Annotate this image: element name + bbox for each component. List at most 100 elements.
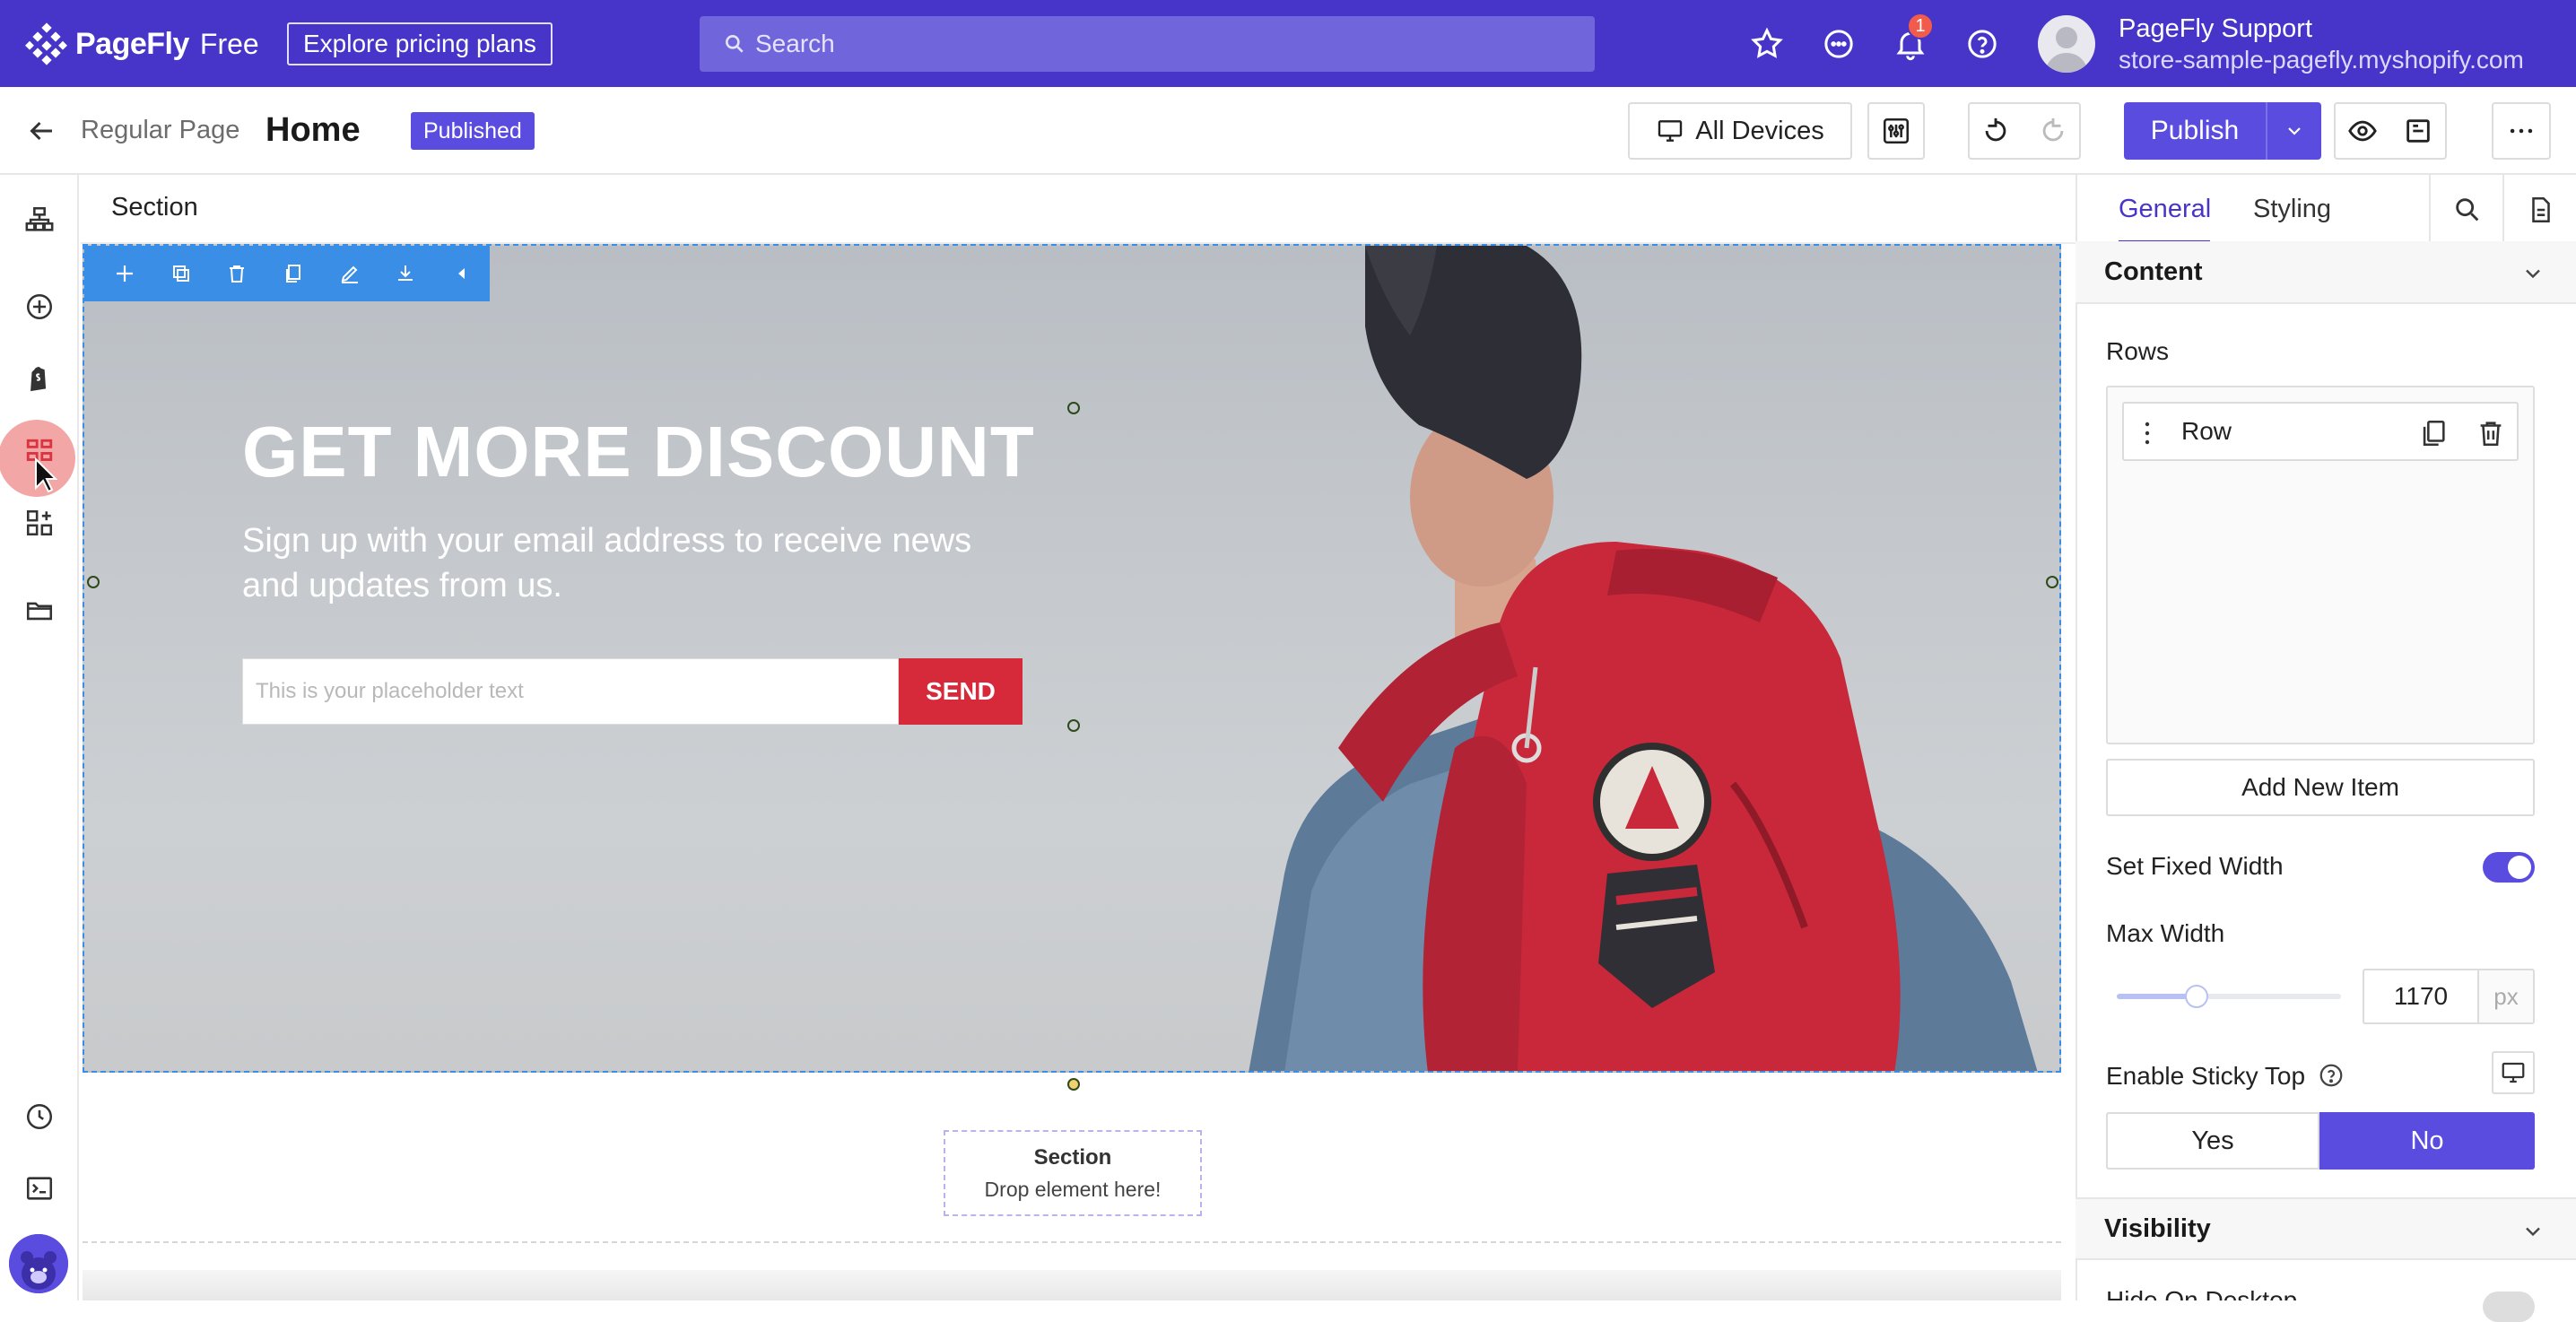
notification-badge: 1 [1907, 13, 1934, 39]
folder-icon[interactable] [22, 592, 57, 628]
list-item[interactable]: Row [2122, 402, 2519, 461]
monitor-icon [2502, 1062, 2525, 1083]
terminal-icon[interactable] [22, 1170, 57, 1206]
max-width-unit[interactable]: px [2477, 969, 2535, 1024]
max-width-slider-thumb[interactable] [2185, 985, 2208, 1008]
sliders-icon [1883, 117, 1910, 144]
device-selector-button[interactable]: All Devices [1628, 102, 1852, 160]
delete-icon[interactable] [2476, 418, 2506, 448]
search-icon [726, 35, 744, 53]
hero-background-image [1249, 246, 2038, 1071]
widgets-icon[interactable] [22, 505, 57, 541]
sticky-yes-option[interactable]: Yes [2106, 1112, 2319, 1170]
sticky-no-option[interactable]: No [2319, 1112, 2535, 1170]
editor-toolbar: Regular Page Home Published All Devices … [0, 87, 2576, 175]
document-icon[interactable] [2526, 195, 2556, 225]
shopify-icon[interactable] [22, 361, 57, 396]
drag-handle-icon[interactable] [2144, 420, 2151, 447]
section-label: Section [111, 193, 198, 222]
download-icon[interactable] [378, 246, 434, 301]
drop-zone[interactable]: Section Drop element here! [944, 1130, 1202, 1216]
pagefly-logo[interactable]: PageFly Free [25, 22, 259, 65]
collapse-icon[interactable] [433, 246, 490, 301]
search-placeholder: Search [755, 30, 835, 57]
chat-icon[interactable] [1821, 26, 1857, 62]
resize-handle[interactable] [2046, 576, 2058, 588]
add-new-item-button[interactable]: Add New Item [2106, 759, 2535, 816]
user-name[interactable]: PageFly Support [2119, 14, 2312, 44]
brand-name: PageFly [75, 26, 189, 61]
user-store[interactable]: store-sample-pagefly.myshopify.com [2119, 46, 2524, 74]
eye-icon[interactable] [2347, 116, 2378, 146]
resize-handle[interactable] [1067, 719, 1080, 732]
monitor-icon [1658, 120, 1683, 142]
search-icon[interactable] [2452, 195, 2483, 225]
divider [2429, 175, 2431, 247]
drop-title: Section [1033, 1144, 1112, 1170]
plan-name: Free [199, 27, 259, 60]
back-arrow-icon[interactable] [25, 115, 57, 147]
save-icon[interactable] [2403, 116, 2433, 146]
sticky-top-label: Enable Sticky Top [2106, 1062, 2306, 1090]
preview-save-group [2334, 102, 2447, 160]
publish-button[interactable]: Publish [2124, 102, 2321, 160]
max-width-slider-fill [2117, 994, 2196, 999]
hide-desktop-toggle[interactable] [2483, 1292, 2535, 1322]
help-icon[interactable] [1964, 26, 2000, 62]
page-title[interactable]: Home [265, 111, 361, 150]
mouse-cursor-icon [35, 457, 58, 493]
element-toolbar [84, 246, 490, 301]
more-button[interactable] [2492, 102, 2551, 160]
support-bear-avatar[interactable] [9, 1234, 68, 1293]
hero-subtitle[interactable]: Sign up with your email address to recei… [242, 518, 1031, 608]
tab-general[interactable]: General [2119, 195, 2211, 224]
fixed-width-toggle[interactable] [2483, 852, 2535, 883]
visibility-group-header[interactable]: Visibility [2076, 1197, 2576, 1260]
fixed-width-label: Set Fixed Width [2106, 852, 2284, 880]
edit-icon[interactable] [321, 246, 378, 301]
history-icon[interactable] [22, 1099, 57, 1135]
add-circle-icon[interactable] [22, 289, 57, 325]
page-type: Regular Page [81, 116, 240, 144]
layers-icon[interactable] [22, 202, 57, 238]
chevron-down-icon [2526, 269, 2540, 279]
copy-icon[interactable] [2418, 418, 2449, 448]
visibility-group-title: Visibility [2104, 1213, 2211, 1243]
resize-handle[interactable] [87, 576, 100, 588]
drop-subtitle: Drop element here! [984, 1177, 1162, 1201]
top-bar: PageFly Free Explore pricing plans Searc… [0, 0, 2576, 87]
publish-options-toggle[interactable] [2267, 102, 2321, 160]
divider [2502, 175, 2504, 247]
duplicate-icon[interactable] [153, 246, 210, 301]
content-group-header[interactable]: Content [2076, 241, 2576, 304]
publish-label[interactable]: Publish [2124, 102, 2267, 160]
star-icon[interactable] [1749, 26, 1785, 62]
chevron-down-icon [2288, 127, 2301, 135]
undo-icon[interactable] [1980, 116, 2011, 146]
redo-icon[interactable] [2038, 116, 2068, 146]
row-label: Row [2181, 417, 2232, 445]
email-field[interactable]: This is your placeholder text [242, 658, 899, 725]
email-placeholder: This is your placeholder text [256, 679, 524, 703]
next-section-preview [83, 1270, 2061, 1300]
avatar[interactable] [2038, 15, 2095, 73]
content-group-title: Content [2104, 257, 2203, 286]
help-icon[interactable] [2318, 1062, 2345, 1089]
device-selector-button[interactable] [2492, 1051, 2535, 1094]
delete-icon[interactable] [209, 246, 265, 301]
page-settings-button[interactable] [1867, 102, 1925, 160]
send-button[interactable]: SEND [899, 658, 1023, 725]
max-width-input[interactable]: 1170 [2363, 969, 2477, 1024]
tab-styling[interactable]: Styling [2253, 195, 2331, 224]
move-icon[interactable] [97, 246, 153, 301]
chevron-down-icon [2526, 1227, 2540, 1237]
hero-title[interactable]: GET MORE DISCOUNT [242, 411, 1035, 493]
pagefly-logo-icon [25, 22, 67, 65]
explore-pricing-button[interactable]: Explore pricing plans [287, 22, 553, 65]
hide-desktop-label: Hide On Desktop [2106, 1288, 2297, 1300]
resize-handle[interactable] [1067, 402, 1080, 414]
copy-icon[interactable] [265, 246, 322, 301]
max-width-label: Max Width [2106, 919, 2225, 947]
devices-label: All Devices [1695, 116, 1824, 145]
search-input[interactable]: Search [700, 16, 1595, 72]
